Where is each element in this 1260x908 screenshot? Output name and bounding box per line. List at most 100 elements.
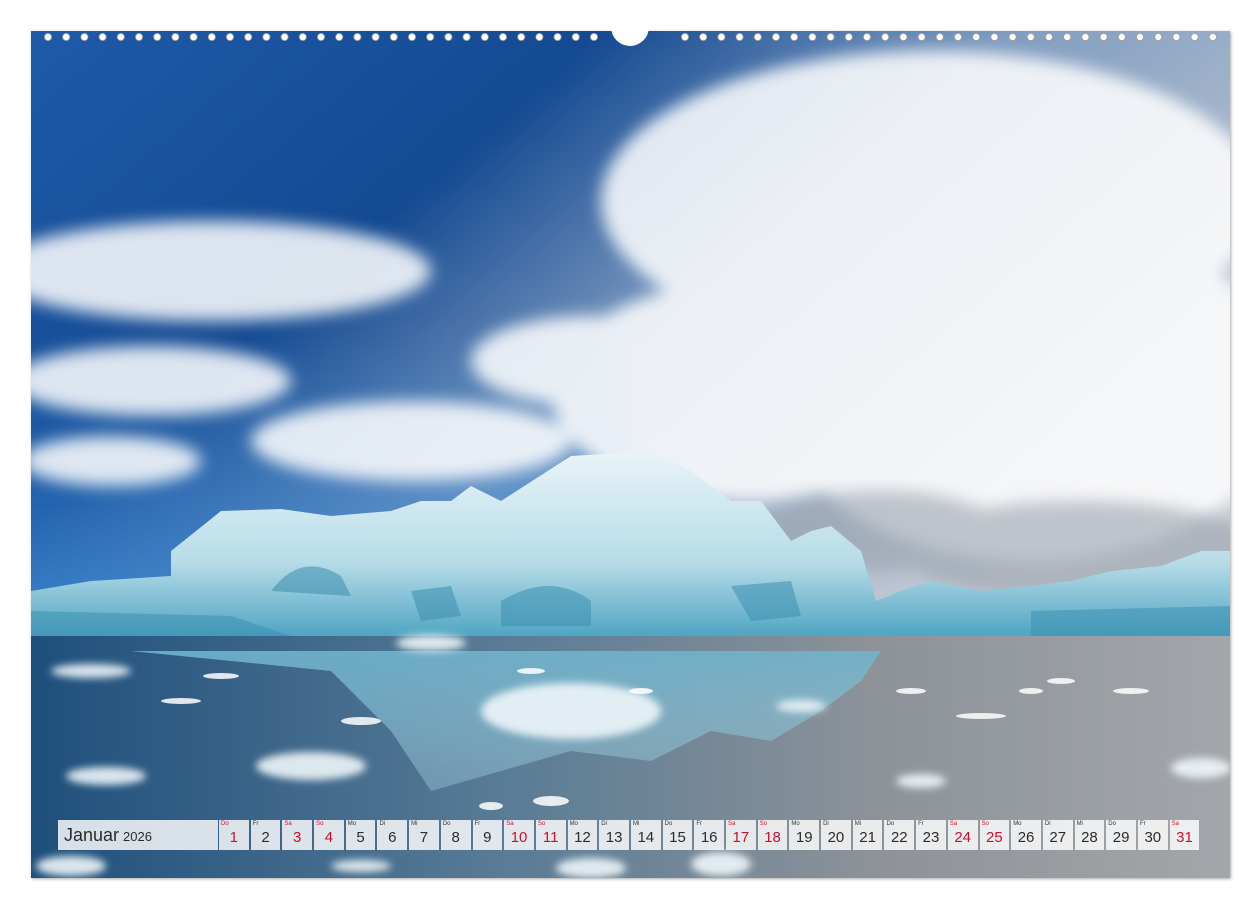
binding-hole — [1154, 33, 1163, 41]
day-number: 16 — [700, 829, 718, 846]
day-number: 8 — [451, 829, 460, 846]
day-cell: Mo 5 — [345, 820, 376, 850]
day-number: 9 — [483, 829, 492, 846]
weekday-abbr: So — [316, 821, 324, 827]
weekday-abbr: Do — [442, 821, 451, 827]
binding-hole — [298, 33, 307, 41]
day-cell: Di 20 — [821, 820, 851, 850]
binding-hole — [553, 33, 562, 41]
day-cell: Di 13 — [599, 820, 629, 850]
weekday-abbr: Fr — [918, 821, 924, 827]
day-number: 22 — [890, 829, 908, 846]
weekday-abbr: Mo — [1013, 821, 1022, 827]
binding-hole — [590, 33, 599, 41]
day-number: 28 — [1081, 829, 1098, 846]
binding-hole — [753, 33, 762, 41]
day-cell: Do 15 — [662, 820, 693, 850]
binding-hole — [1172, 33, 1181, 41]
day-number: 5 — [356, 829, 365, 846]
day-cell: So 18 — [757, 820, 788, 850]
day-number: 1 — [229, 829, 239, 846]
weekday-abbr: Mi — [854, 821, 862, 827]
day-cell: Sa 3 — [282, 820, 313, 850]
binding-hole — [1099, 33, 1108, 41]
binding-hole — [80, 33, 89, 41]
weekday-abbr: Mi — [411, 821, 418, 827]
binding-hole — [935, 33, 944, 41]
binding-hole — [1117, 33, 1126, 41]
day-number: 15 — [669, 829, 686, 846]
day-cell: Fr 30 — [1137, 820, 1168, 850]
weekday-abbr: Di — [601, 821, 607, 827]
day-cell: Do 8 — [440, 820, 471, 850]
day-number: 18 — [764, 829, 781, 846]
day-number: 4 — [324, 829, 334, 846]
binding-hole — [498, 33, 507, 41]
weekday-abbr: Sa — [506, 821, 514, 827]
month-name: Januar — [64, 824, 120, 845]
day-number: 25 — [986, 829, 1003, 846]
binding-hole — [808, 33, 817, 41]
binding-hole — [1081, 33, 1090, 41]
binding-hole — [62, 33, 71, 41]
binding-hole — [335, 33, 344, 41]
weekday-abbr: Di — [1044, 821, 1051, 827]
day-number: 27 — [1049, 829, 1067, 846]
year-label: 2026 — [123, 829, 152, 844]
calendar-strip: Januar 2026 Do 1 Fr 2 Sa 3 So 4 Mo 5 Di 6 Mi 7 Do 8 Fr 9 S… — [58, 820, 1201, 850]
day-number: 6 — [388, 829, 397, 846]
weekday-abbr: Di — [823, 821, 829, 827]
binding-hole — [863, 33, 872, 41]
day-number: 20 — [827, 829, 845, 846]
binding-hole — [717, 33, 726, 41]
weekday-abbr: Do — [886, 821, 895, 827]
binding-hole — [1045, 33, 1054, 41]
binding-hole — [225, 33, 234, 41]
day-cell: Mo 19 — [789, 820, 820, 850]
day-cell: Sa 31 — [1169, 820, 1200, 850]
day-number: 2 — [261, 829, 270, 846]
day-number: 11 — [542, 829, 559, 846]
binding-hole — [116, 33, 125, 41]
month-label: Januar 2026 — [58, 820, 218, 850]
binding-hole — [826, 33, 835, 41]
binding-hole — [462, 33, 471, 41]
binding-hole — [990, 33, 999, 41]
binding-hole — [972, 33, 981, 41]
weekday-abbr: Mi — [1076, 821, 1083, 827]
binding-hole — [153, 33, 162, 41]
day-cell: Di 27 — [1042, 820, 1073, 850]
binding-hole — [171, 33, 180, 41]
weekday-abbr: Mo — [569, 821, 578, 827]
binding-hole — [280, 33, 289, 41]
calendar-photo-iceberg — [31, 31, 1230, 878]
day-cell: So 11 — [535, 820, 566, 850]
weekday-abbr: Sa — [284, 821, 292, 827]
binding-hole — [98, 33, 107, 41]
binding-hole — [954, 33, 963, 41]
binding-hole — [772, 33, 781, 41]
day-cell: Fr 2 — [250, 820, 281, 850]
weekday-abbr: Di — [379, 821, 386, 827]
binding-hole — [480, 33, 489, 41]
day-cell: Mo 12 — [567, 820, 598, 850]
binding-hole — [681, 33, 690, 41]
day-number: 19 — [795, 829, 813, 846]
day-cell: Mi 21 — [852, 820, 883, 850]
day-number: 31 — [1176, 829, 1193, 846]
binding-hole — [899, 33, 908, 41]
binding-hole — [135, 33, 144, 41]
binding-hole — [207, 33, 216, 41]
weekday-abbr: Mi — [632, 821, 640, 827]
day-number: 21 — [859, 829, 876, 846]
day-number: 17 — [732, 829, 750, 846]
binding-hole — [371, 33, 380, 41]
day-cell: Do 1 — [219, 820, 249, 850]
binding-hole — [407, 33, 416, 41]
weekday-abbr: Fr — [696, 821, 702, 827]
weekday-abbr: Do — [664, 821, 673, 827]
day-cell: Do 29 — [1106, 820, 1136, 850]
weekday-abbr: So — [759, 821, 768, 827]
day-cell: Fr 9 — [472, 820, 503, 850]
binding-hole — [735, 33, 744, 41]
